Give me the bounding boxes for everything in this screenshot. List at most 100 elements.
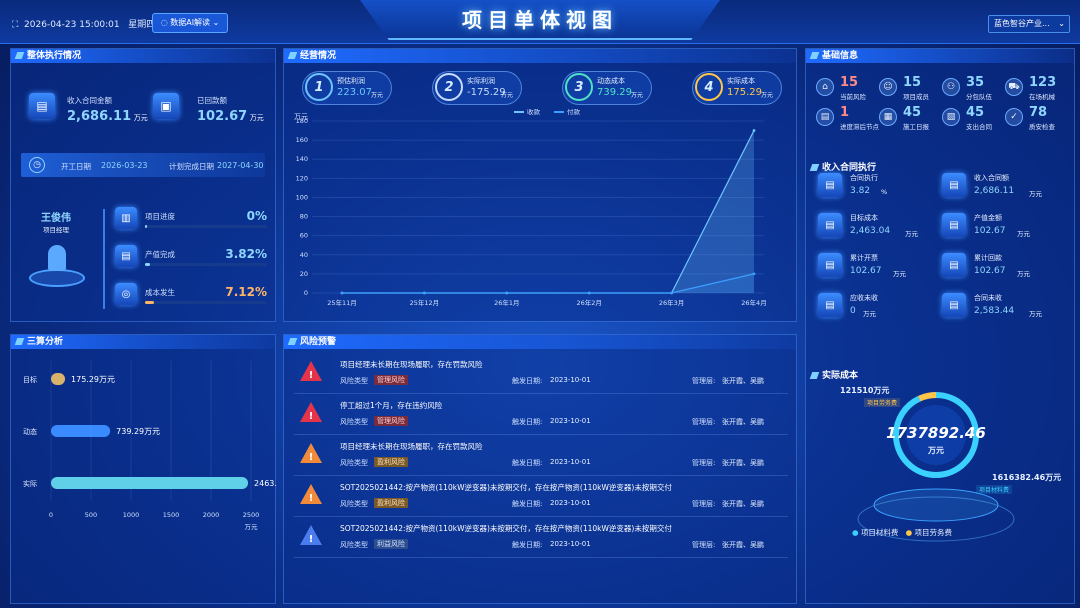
basic-stat-label: 施工日报 (903, 123, 929, 131)
kpi-label: 实际成本 (727, 77, 755, 85)
doc-icon: ▤ (816, 108, 834, 126)
risk-text: SOT2025021442:按产物资(110kW逆变器)未按期交付，存在按产物资… (340, 524, 672, 533)
risk-date-label: 触发日期: (512, 541, 543, 549)
income-stat-unit: 万元 (1017, 270, 1030, 278)
basic-stat[interactable]: ⌂ 15 当前风险 (816, 75, 878, 103)
series-area (342, 130, 754, 293)
metric-label: 成本发生 (145, 288, 175, 297)
income-stat[interactable]: ▤ 累计开票 102.67 万元 (818, 249, 938, 285)
income-stat-value: 2,463.04 (850, 226, 891, 236)
manager-name: 王俊伟 (41, 213, 71, 224)
x-tick-label: 2500 (243, 511, 260, 519)
income-stat-label: 合同未收 (974, 294, 1002, 302)
risk-item[interactable]: ! 停工超过1个月，存在违约风险 风险类型 管理风险 触发日期: 2023-10-01 管理… (294, 394, 788, 435)
risk-text: 停工超过1个月，存在违约风险 (340, 401, 443, 410)
basic-stat[interactable]: ⛟ 123 在场机械 (1005, 75, 1067, 103)
contract-icon: ▤ (29, 93, 55, 119)
ai-button-label: 数据AI解读 (170, 18, 211, 27)
actual-cost-unit: 万元 (928, 446, 944, 455)
data-point (423, 291, 426, 295)
divider (103, 209, 105, 309)
risk-date: 2023-10-01 (550, 540, 591, 548)
income-stat[interactable]: ▤ 目标成本 2,463.04 万元 (818, 209, 938, 245)
fullscreen-icon[interactable]: ⛶ (12, 20, 18, 30)
basic-stat-label: 支出合同 (966, 123, 992, 131)
x-tick-label: 26年1月 (494, 298, 519, 307)
risk-person-label: 管理层: (692, 541, 716, 549)
risk-type-label: 风险类型 (340, 418, 368, 426)
data-point (670, 291, 673, 295)
three-calc-title: 三算分析 (11, 335, 275, 349)
kpi-index-icon: 1 (305, 73, 333, 101)
basic-stat[interactable]: ▦ 45 施工日报 (879, 105, 941, 133)
contract-label: 收入合同金额 (67, 96, 112, 105)
income-stat[interactable]: ▤ 收入合同额 2,686.11 万元 (942, 169, 1062, 205)
kpi-index-icon: 2 (435, 73, 463, 101)
calc-bar (51, 477, 249, 489)
kpi-unit: 万元 (761, 92, 774, 99)
legend-material: 项目材料费 (860, 528, 899, 537)
project-select[interactable]: 蓝色智谷产业... ⌄ (988, 15, 1070, 33)
x-tick-label: 25年11月 (327, 298, 357, 307)
kpi-label: 实际利润 (467, 77, 495, 85)
income-stat-icon: ▤ (818, 293, 842, 317)
basic-stat-label: 项目成员 (903, 93, 929, 101)
three-calc-chart: 目标 175.29万元动态 739.29万元实际 2463. 0 500 1000 1500 2… (23, 361, 277, 531)
data-point (587, 291, 591, 295)
income-stat[interactable]: ▤ 产值金额 102.67 万元 (942, 209, 1062, 245)
start-date: 2026-03-23 (101, 161, 148, 170)
legend-label: 收款 (527, 109, 541, 116)
truck-icon: ⛟ (1005, 78, 1023, 96)
kpi-card: 1 预估利润 223.07 万元 (302, 71, 392, 105)
contract-value-wrap: 2,686.11 万元 (67, 109, 148, 124)
risk-item[interactable]: ! SOT2025021442:按产物资(110kW逆变器)未按期交付，存在按产物… (294, 517, 788, 558)
income-stat-icon: ▤ (818, 253, 842, 277)
x-tick-label: 1500 (163, 511, 180, 519)
risk-type-tag: 管理风险 (374, 375, 408, 385)
legend-label: 付款 (567, 109, 581, 116)
y-tick-label: 40 (300, 251, 308, 259)
risk-text: 项目经理未长期在现场履职，存在罚款风险 (340, 442, 483, 451)
warning-icon: ! (300, 525, 322, 545)
execution-title: 整体执行情况 (11, 49, 275, 63)
date-strip: ◷ 开工日期 2026-03-23 计划完成日期 2027-04-30 (21, 153, 265, 177)
income-stat[interactable]: ▤ 应收未收 0 万元 (818, 289, 938, 325)
risk-date-label: 触发日期: (512, 500, 543, 508)
page-title: 项目单体视图 (462, 8, 618, 32)
basic-stat[interactable]: ✓ 78 质安检查 (1005, 105, 1067, 133)
contract-value: 2,686.11 (67, 109, 132, 124)
avatar (29, 241, 85, 291)
basic-title: 基础信息 (806, 49, 1074, 63)
basic-stat-number: 35 (966, 75, 985, 90)
risk-item[interactable]: ! 项目经理未长期在现场履职，存在罚款风险 风险类型 盈利风险 触发日期: 2023-10… (294, 435, 788, 476)
data-point (505, 291, 509, 295)
income-stat-value: 102.67 (850, 266, 882, 276)
data-point (752, 272, 756, 276)
kpi-value: -175.29 (467, 87, 506, 98)
ai-analysis-button[interactable]: ◌ 数据AI解读 ⌄ (152, 13, 228, 33)
warning-icon: ! (300, 443, 322, 463)
calc-row-label: 目标 (23, 375, 37, 384)
basic-stat-number: 15 (840, 75, 859, 90)
basic-stat[interactable]: ▤ 1 进度滞后节点 (816, 105, 879, 133)
material-value: 1616382.46万元 (992, 473, 1062, 482)
project-select-value: 蓝色智谷产业... (994, 19, 1050, 28)
income-stat[interactable]: ▤ 合同未收 2,583.44 万元 (942, 289, 1062, 325)
income-stat[interactable]: ▤ 累计回款 102.67 万元 (942, 249, 1062, 285)
income-stat-icon: ▤ (942, 293, 966, 317)
basic-stat[interactable]: ⚇ 35 分包队伍 (942, 75, 1004, 103)
basic-stat[interactable]: ☺ 15 项目成员 (879, 75, 941, 103)
risk-item[interactable]: ! 项目经理未长期在现场履职，存在罚款风险 风险类型 管理风险 触发日期: 2023-10… (294, 353, 788, 394)
metric-progress-fill (145, 225, 147, 228)
basic-stat[interactable]: ▧ 45 支出合同 (942, 105, 1004, 133)
warning-icon: ! (300, 484, 322, 504)
metric-label: 产值完成 (145, 250, 175, 259)
calc-value-label: 2463. (254, 479, 277, 488)
basic-stat-number: 1 (840, 105, 850, 120)
y-tick-label: 140 (296, 155, 308, 163)
kpi-card: 2 实际利润 -175.29 万元 (432, 71, 522, 105)
y-tick-label: 180 (296, 117, 308, 125)
team-icon: ⚇ (942, 78, 960, 96)
income-stat[interactable]: ▤ 合同执行 3.82% (818, 169, 938, 205)
risk-item[interactable]: ! SOT2025021442:按产物资(110kW逆变器)未按期交付，存在按产物… (294, 476, 788, 517)
